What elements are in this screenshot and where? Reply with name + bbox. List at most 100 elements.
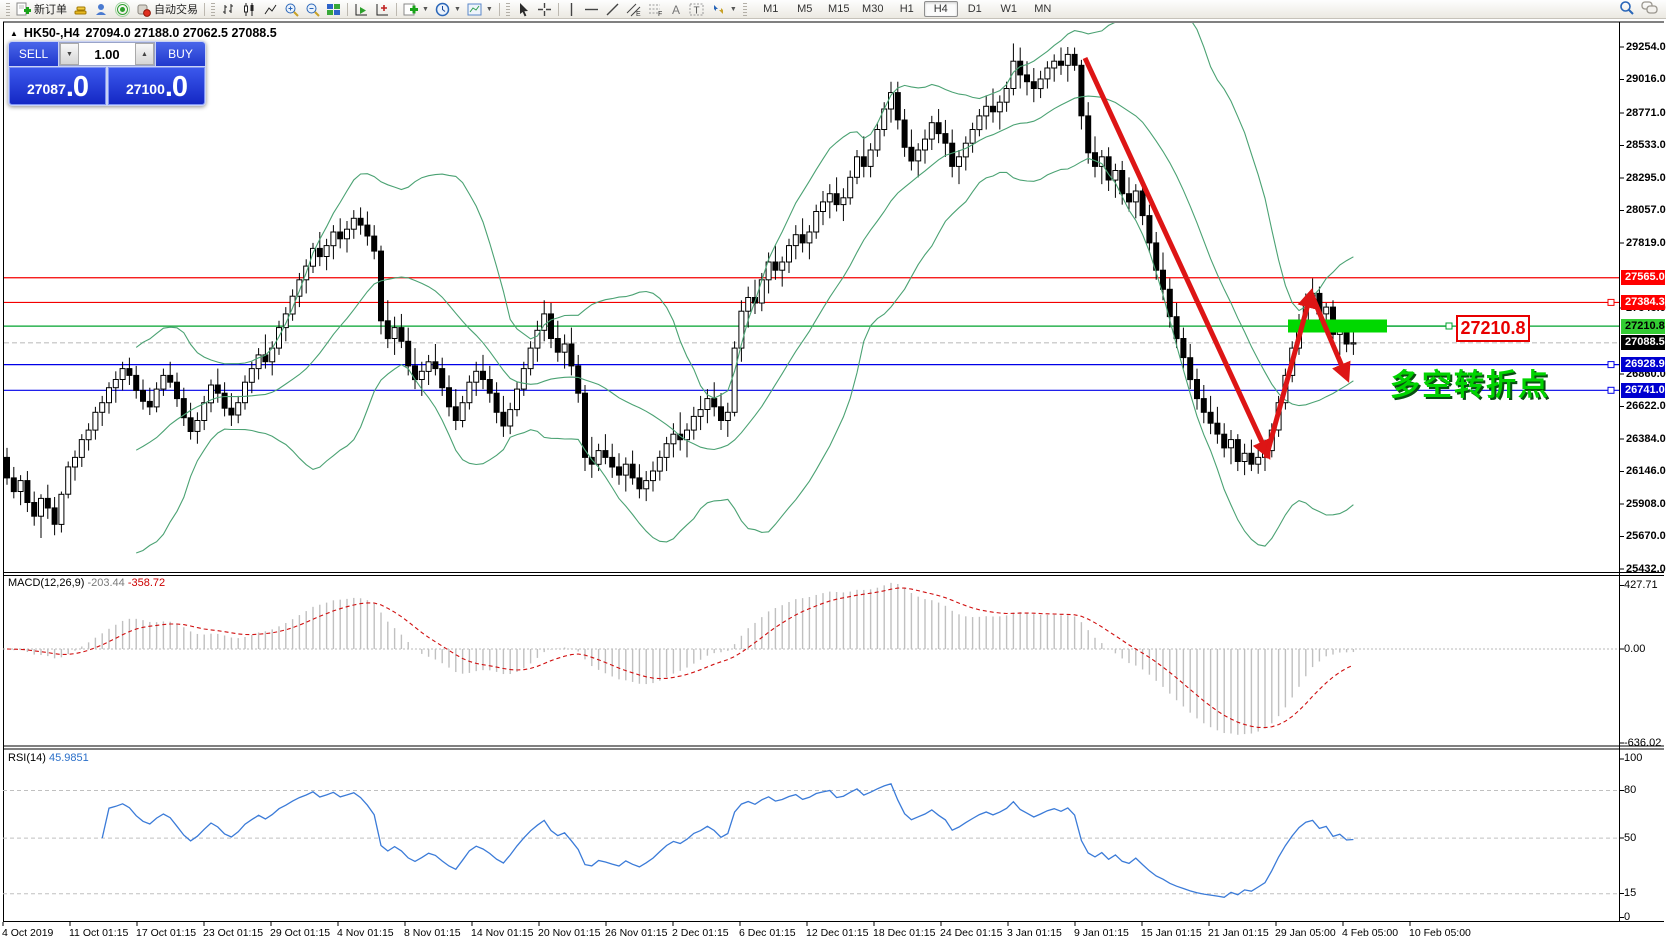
periods-button[interactable]: ▼: [432, 1, 464, 18]
svg-text:F: F: [658, 11, 662, 17]
gold-icon: [73, 2, 88, 17]
search-icon[interactable]: [1619, 0, 1635, 19]
templates-button[interactable]: ▼: [464, 1, 496, 18]
chevron-down-icon: ▼: [422, 6, 429, 13]
volume-input[interactable]: 1.00: [79, 43, 135, 65]
new-order-label: 新订单: [34, 1, 67, 17]
main-toolbar: 新订单 自动交易 ▼ ▼ ▼ E F A T ▼ M1M5M15M30H1H4D…: [0, 0, 1666, 19]
sell-price-decimal: .0: [66, 72, 88, 102]
sell-price-panel[interactable]: 27087.0: [9, 67, 106, 105]
fibonacci-button[interactable]: F: [645, 1, 667, 18]
toolbar-grip: [6, 3, 10, 16]
toolbar-separator: [558, 3, 559, 16]
clock-icon: [435, 2, 450, 17]
template-icon: [467, 2, 482, 17]
arrows-button[interactable]: ▼: [708, 1, 740, 18]
fibonacci-icon: F: [648, 2, 664, 17]
sell-button[interactable]: SELL: [9, 42, 58, 66]
bar-chart-icon: [221, 2, 236, 17]
crosshair-button[interactable]: [534, 1, 555, 18]
timeframe-toolbar: M1M5M15M30H1H4D1W1MN: [754, 1, 1060, 17]
toolbar-grip: [211, 3, 215, 16]
cursor-arrow-icon: [516, 2, 531, 17]
svg-text:A: A: [672, 3, 680, 17]
macd-signal-value: -358.72: [128, 577, 165, 589]
chat-icon[interactable]: [1641, 0, 1659, 19]
one-click-trading-panel: SELL ▼ 1.00 ▲ BUY 27087.0 27100.0: [8, 41, 206, 106]
profile-button[interactable]: [70, 1, 91, 18]
indicators-icon: [403, 2, 418, 17]
macd-value: -203.44: [87, 577, 124, 589]
crosshair-icon: [537, 2, 552, 17]
timeframe-M30[interactable]: M30: [856, 1, 890, 17]
timeframe-D1[interactable]: D1: [958, 1, 992, 17]
collapse-icon[interactable]: ▲: [10, 29, 18, 38]
toolbar-grip: [743, 3, 747, 16]
chevron-down-icon: ▼: [486, 6, 493, 13]
toolbar-separator: [396, 3, 397, 16]
candlestick-chart-icon: [242, 2, 257, 17]
rsi-value: 45.9851: [49, 752, 89, 764]
toolbar-grip: [506, 3, 510, 16]
bar-chart-button[interactable]: [218, 1, 239, 18]
horizontal-line-button[interactable]: [581, 1, 602, 18]
text-button[interactable]: A: [667, 1, 686, 18]
chevron-down-icon: ▼: [454, 6, 461, 13]
vertical-line-icon: [565, 2, 578, 17]
timeframe-H4[interactable]: H4: [924, 1, 958, 17]
text-label-icon: T: [689, 2, 705, 17]
macd-name: MACD(12,26,9): [8, 577, 84, 589]
community-button[interactable]: [91, 1, 112, 18]
vertical-line-button[interactable]: [562, 1, 581, 18]
trendline-button[interactable]: [602, 1, 623, 18]
timeframe-MN[interactable]: MN: [1026, 1, 1060, 17]
candlestick-chart-button[interactable]: [239, 1, 260, 18]
new-order-button[interactable]: 新订单: [13, 1, 70, 18]
timeframe-M15[interactable]: M15: [822, 1, 856, 17]
macd-label: MACD(12,26,9) -203.44 -358.72: [8, 577, 165, 589]
channel-icon: E: [626, 2, 642, 17]
timeframe-M1[interactable]: M1: [754, 1, 788, 17]
timeframe-H1[interactable]: H1: [890, 1, 924, 17]
line-chart-icon: [263, 2, 278, 17]
sonar-icon: [115, 2, 130, 17]
chart-canvas[interactable]: [0, 0, 1666, 951]
signals-button[interactable]: [112, 1, 133, 18]
svg-text:T: T: [693, 5, 699, 16]
equidistant-channel-button[interactable]: E: [623, 1, 645, 18]
auto-scroll-button[interactable]: [351, 1, 372, 18]
svg-text:E: E: [636, 11, 641, 17]
text-label-button[interactable]: T: [686, 1, 708, 18]
auto-trading-button[interactable]: 自动交易: [133, 1, 201, 18]
volume-decrease-button[interactable]: ▼: [60, 43, 79, 65]
auto-trading-label: 自动交易: [154, 1, 198, 17]
chart-header: ▲ HK50-,H4 27094.0 27188.0 27062.5 27088…: [10, 26, 277, 40]
auto-trading-icon: [136, 2, 151, 17]
auto-scroll-icon: [354, 2, 369, 17]
indicators-button[interactable]: ▼: [400, 1, 432, 18]
volume-increase-button[interactable]: ▲: [135, 43, 154, 65]
toolbar-separator: [347, 3, 348, 16]
rsi-label: RSI(14) 45.9851: [8, 752, 89, 764]
line-chart-button[interactable]: [260, 1, 281, 18]
zoom-in-button[interactable]: [281, 1, 302, 18]
rsi-name: RSI(14): [8, 752, 46, 764]
new-order-icon: [16, 2, 31, 17]
zoom-in-icon: [284, 2, 299, 17]
buy-price-panel[interactable]: 27100.0: [108, 67, 205, 105]
tile-windows-button[interactable]: [323, 1, 344, 18]
buy-price: 27100: [126, 76, 165, 102]
chart-shift-button[interactable]: [372, 1, 393, 18]
cursor-button[interactable]: [513, 1, 534, 18]
sell-price: 27087: [27, 76, 66, 102]
toolbar-separator: [204, 3, 205, 16]
timeframe-W1[interactable]: W1: [992, 1, 1026, 17]
buy-button[interactable]: BUY: [156, 42, 205, 66]
buy-price-decimal: .0: [165, 72, 187, 102]
timeframe-M5[interactable]: M5: [788, 1, 822, 17]
zoom-out-button[interactable]: [302, 1, 323, 18]
price-callout-box[interactable]: 27210.8: [1456, 315, 1530, 342]
horizontal-line-icon: [584, 2, 599, 17]
ohlc-values: 27094.0 27188.0 27062.5 27088.5: [86, 26, 277, 40]
toolbar-separator: [499, 3, 500, 16]
